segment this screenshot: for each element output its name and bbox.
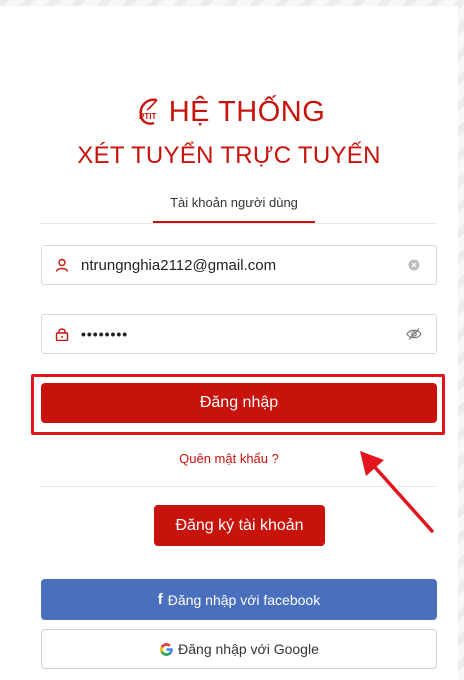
- lock-icon: [55, 327, 77, 341]
- google-login-button[interactable]: Đăng nhập với Google: [41, 629, 437, 669]
- facebook-icon: f: [157, 591, 163, 608]
- tab-divider: [40, 223, 436, 224]
- annotation-arrow-icon: [360, 451, 434, 533]
- user-icon: [55, 258, 77, 272]
- password-field[interactable]: ••••••••: [41, 314, 437, 354]
- ptit-logo-icon: PTIT: [139, 98, 158, 125]
- register-button[interactable]: Đăng ký tài khoản: [154, 505, 325, 546]
- facebook-login-button[interactable]: f Đăng nhập với facebook: [41, 579, 437, 620]
- page-subtitle: XÉT TUYỂN TRỰC TUYẾN: [77, 142, 381, 169]
- email-value[interactable]: ntrungnghia2112@gmail.com: [77, 257, 404, 274]
- tab-user-account[interactable]: Tài khoản người dùng: [153, 189, 315, 223]
- google-icon: [160, 642, 173, 656]
- clear-icon[interactable]: [404, 259, 424, 271]
- title-row: PTIT HỆ THỐNG: [0, 92, 458, 132]
- logo-text: PTIT: [139, 112, 156, 121]
- login-card: PTIT HỆ THỐNG XÉT TUYỂN TRỰC TUYẾN Tài k…: [0, 6, 458, 680]
- page-title: HỆ THỐNG: [168, 95, 326, 128]
- google-login-label: Đăng nhập với Google: [178, 641, 319, 657]
- facebook-login-label: Đăng nhập với facebook: [167, 591, 321, 608]
- email-field[interactable]: ntrungnghia2112@gmail.com: [41, 245, 437, 285]
- password-value[interactable]: ••••••••: [77, 326, 404, 342]
- login-button[interactable]: Đăng nhập: [41, 383, 437, 423]
- eye-hidden-icon[interactable]: [404, 327, 424, 341]
